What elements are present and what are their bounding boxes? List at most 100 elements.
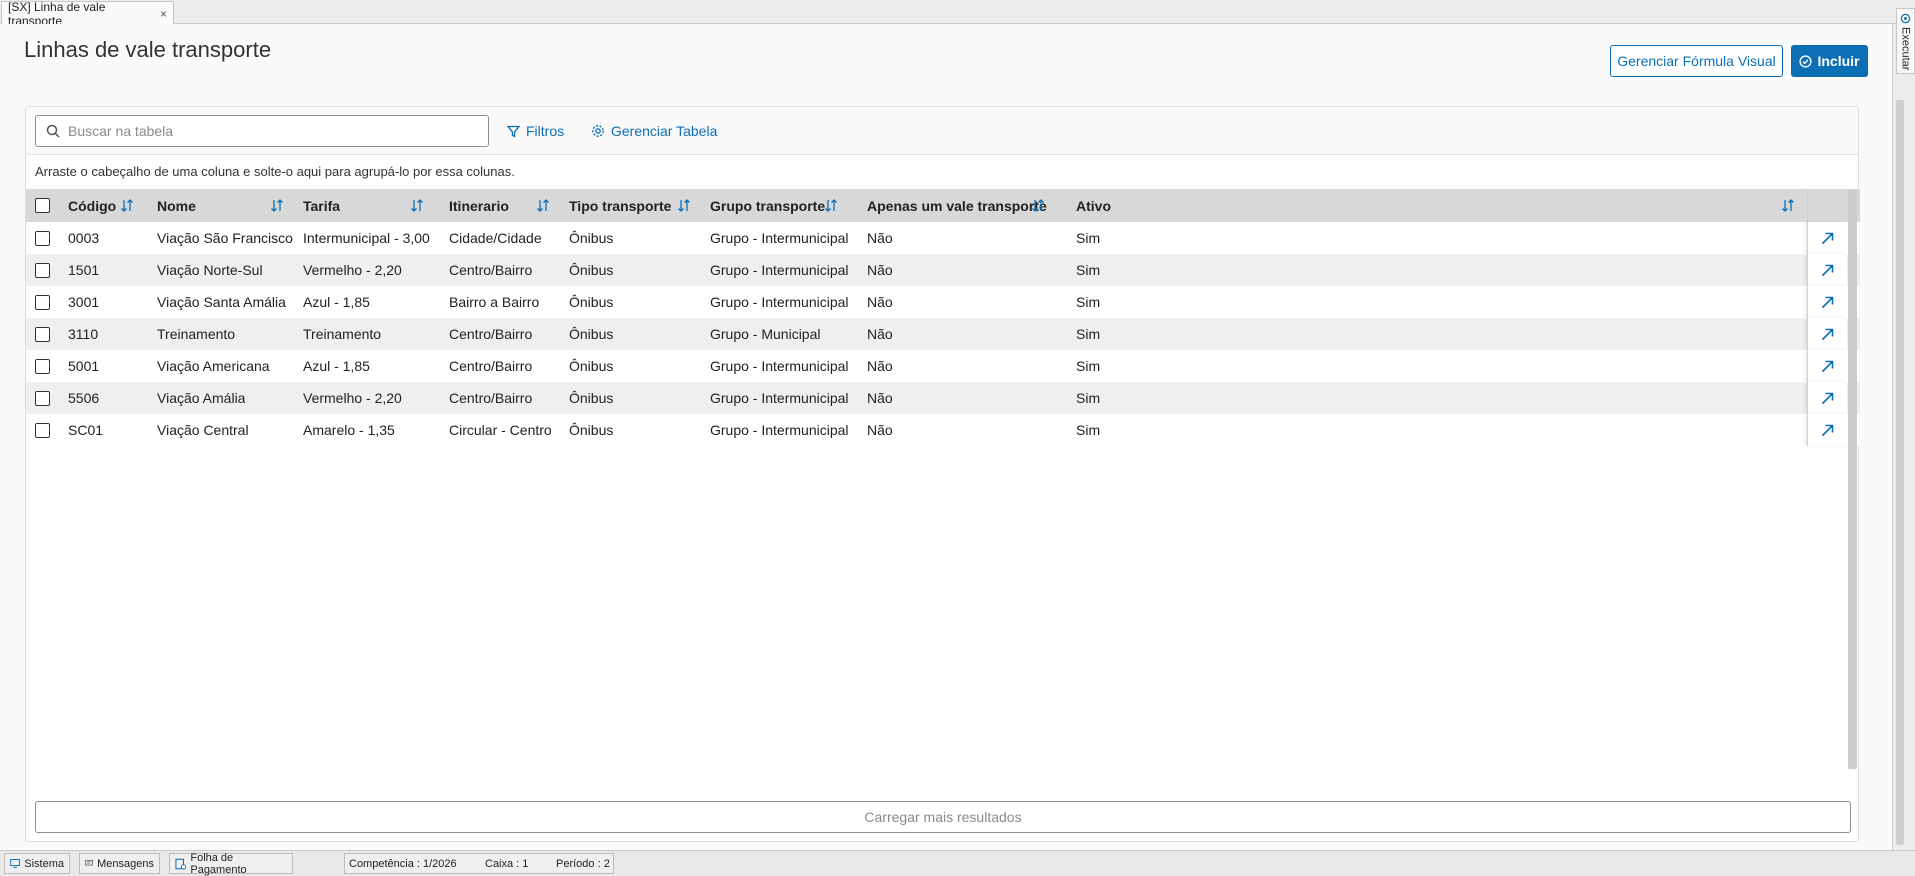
row-checkbox[interactable] [35, 358, 50, 374]
column-header-grupo-transporte[interactable]: Grupo transporte [710, 189, 825, 222]
row-checkbox[interactable] [35, 390, 50, 406]
cell-ativo: Sim [1076, 358, 1101, 374]
cell-grupo-transporte: Grupo - Intermunicipal [710, 422, 849, 438]
group-by-drop-zone[interactable]: Arraste o cabeçalho de uma coluna e solt… [35, 164, 515, 179]
table-row[interactable]: SC01 Viação Central Amarelo - 1,35 Circular… [26, 414, 1860, 446]
select-all-cell [35, 189, 50, 222]
open-record-button[interactable] [1807, 382, 1847, 414]
page-scrollbar[interactable] [1896, 100, 1904, 845]
row-checkbox[interactable] [35, 230, 50, 246]
cell-codigo: 3001 [68, 294, 100, 310]
open-record-button[interactable] [1807, 286, 1847, 318]
table-row[interactable]: 1501 Viação Norte-Sul Vermelho - 2,20 Centr… [26, 254, 1860, 286]
table-row[interactable]: 3110 Treinamento Treinamento Centro/Bairro Ô… [26, 318, 1860, 350]
include-button[interactable]: Incluir [1791, 45, 1868, 77]
sort-icon[interactable] [410, 189, 424, 222]
table-row[interactable]: 5506 Viação Amália Vermelho - 2,20 Centro/B… [26, 382, 1860, 414]
cell-codigo: 0003 [68, 230, 100, 246]
caixa-text: Caixa : 1 [485, 857, 529, 870]
cell-ativo: Sim [1076, 390, 1101, 406]
cell-grupo-transporte: Grupo - Intermunicipal [710, 294, 849, 310]
row-checkbox[interactable] [35, 262, 50, 278]
open-record-icon [1821, 360, 1834, 372]
cell-ativo: Sim [1076, 326, 1101, 342]
cell-tipo-transporte: Ônibus [569, 294, 614, 310]
table-scrollbar[interactable] [1848, 189, 1857, 769]
table-row[interactable]: 5001 Viação Americana Azul - 1,85 Centro/Ba… [26, 350, 1860, 382]
filters-button[interactable]: Filtros [507, 123, 564, 139]
load-more-button[interactable]: Carregar mais resultados [35, 801, 1851, 833]
cell-nome: Viação Norte-Sul [157, 262, 263, 278]
row-checkbox[interactable] [35, 326, 50, 342]
open-record-button[interactable] [1807, 222, 1847, 254]
sort-icon[interactable] [270, 189, 284, 222]
cell-tipo-transporte: Ônibus [569, 358, 614, 374]
open-record-button[interactable] [1807, 350, 1847, 382]
search-input[interactable] [68, 123, 468, 139]
cell-nome: Viação Amália [157, 390, 246, 406]
row-checkbox[interactable] [35, 294, 50, 310]
row-select-cell [35, 382, 50, 414]
table-header-row: Código Nome Tarifa Itinerario Tipo trans… [26, 189, 1860, 222]
payroll-icon [175, 858, 187, 869]
cell-tipo-transporte: Ônibus [569, 326, 614, 342]
column-header-codigo[interactable]: Código [68, 189, 116, 222]
column-header-ativo[interactable]: Ativo [1076, 189, 1111, 222]
close-icon[interactable]: × [160, 7, 167, 21]
cell-tarifa: Vermelho - 2,20 [303, 390, 402, 406]
column-header-nome[interactable]: Nome [157, 189, 196, 222]
document-tab-bar: [SX] Linha de vale transporte × [0, 0, 1915, 28]
column-header-tarifa[interactable]: Tarifa [303, 189, 340, 222]
column-header-tipo-transporte[interactable]: Tipo transporte [569, 189, 671, 222]
row-checkbox[interactable] [35, 422, 50, 438]
periodo-text: Período : 2 [556, 857, 610, 870]
cell-itinerario: Centro/Bairro [449, 262, 533, 278]
cell-grupo-transporte: Grupo - Intermunicipal [710, 262, 849, 278]
open-record-button[interactable] [1807, 254, 1847, 286]
manage-table-button[interactable]: Gerenciar Tabela [591, 123, 717, 139]
cell-tarifa: Amarelo - 1,35 [303, 422, 395, 438]
cell-tipo-transporte: Ônibus [569, 230, 614, 246]
mensagens-button[interactable]: Mensagens [79, 853, 160, 874]
cell-itinerario: Bairro a Bairro [449, 294, 540, 310]
row-select-cell [35, 350, 50, 382]
sort-icon[interactable] [1031, 189, 1045, 222]
cell-codigo: 5506 [68, 390, 100, 406]
cell-apenas-um-vale: Não [867, 326, 893, 342]
open-record-icon [1821, 424, 1834, 436]
column-header-apenas-um-vale[interactable]: Apenas um vale transporte [867, 189, 1047, 222]
row-select-cell [35, 414, 50, 446]
column-header-itinerario[interactable]: Itinerario [449, 189, 509, 222]
cell-apenas-um-vale: Não [867, 262, 893, 278]
sort-icon[interactable] [824, 189, 838, 222]
cell-codigo: SC01 [68, 422, 104, 438]
table-panel: Filtros Gerenciar Tabela Arraste o cabeç… [25, 106, 1860, 842]
main-content: Linhas de vale transporte Gerenciar Fórm… [0, 24, 1893, 850]
cell-grupo-transporte: Grupo - Intermunicipal [710, 390, 849, 406]
status-bar: Sistema Mensagens Folha de Pagamento Com… [0, 850, 1915, 876]
cell-itinerario: Centro/Bairro [449, 358, 533, 374]
open-record-button[interactable] [1807, 318, 1847, 350]
table-row[interactable]: 0003 Viação São Francisco Intermunicipal -… [26, 222, 1860, 254]
folha-pagamento-button[interactable]: Folha de Pagamento [169, 852, 293, 876]
search-box[interactable] [35, 115, 489, 147]
cell-ativo: Sim [1076, 294, 1101, 310]
manage-visual-formula-button[interactable]: Gerenciar Fórmula Visual [1610, 45, 1783, 77]
sistema-button[interactable]: Sistema [4, 853, 70, 874]
cell-apenas-um-vale: Não [867, 422, 893, 438]
search-icon [46, 124, 60, 138]
filters-label: Filtros [526, 123, 565, 139]
filter-icon [507, 125, 520, 138]
cell-itinerario: Centro/Bairro [449, 390, 533, 406]
sort-icon[interactable] [120, 189, 134, 222]
table-row[interactable]: 3001 Viação Santa Amália Azul - 1,85 Bairro… [26, 286, 1860, 318]
cell-tipo-transporte: Ônibus [569, 262, 614, 278]
cell-tarifa: Intermunicipal - 3,00 [303, 230, 430, 246]
sort-icon[interactable] [536, 189, 550, 222]
select-all-checkbox[interactable] [35, 198, 50, 213]
sort-icon[interactable] [1781, 189, 1795, 222]
open-record-button[interactable] [1807, 414, 1847, 446]
document-tab[interactable]: [SX] Linha de vale transporte × [1, 0, 174, 28]
execute-side-tab[interactable]: Executar [1896, 8, 1915, 74]
sort-icon[interactable] [677, 189, 691, 222]
